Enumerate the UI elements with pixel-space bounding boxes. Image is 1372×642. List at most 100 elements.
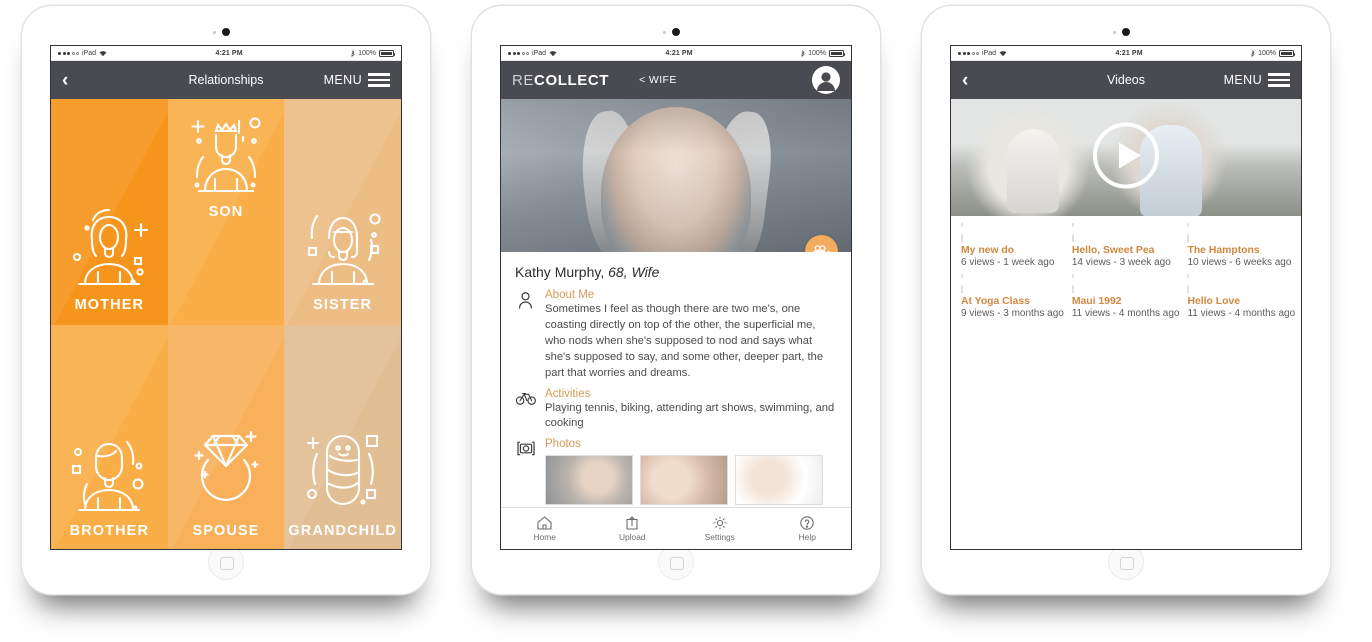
back-button[interactable]: ‹ [962, 71, 968, 90]
tile-spouse[interactable]: SPOUSE [167, 325, 285, 549]
ambient-sensor-icon [663, 31, 666, 34]
video-meta: 11 views - 4 months ago [1071, 308, 1180, 319]
gear-icon [713, 516, 727, 529]
video-title: Hello Love [1187, 296, 1241, 307]
breadcrumb[interactable]: < WIFE [639, 74, 677, 86]
tablet-relationships: iPad 4:21 PM 100% ‹ Relationships MENU M… [22, 6, 430, 594]
section-body: Photos [545, 438, 837, 506]
section-photos: Photos [515, 438, 837, 506]
app-logo[interactable]: RECOLLECT [512, 72, 609, 89]
back-button[interactable]: ‹ [62, 71, 68, 90]
status-bar: iPad 4:21 PM 100% [51, 46, 401, 61]
nav-bar-relationships: ‹ Relationships MENU [51, 61, 401, 99]
video-card[interactable]: Hello Love 11 views - 4 months ago [1174, 266, 1295, 319]
screen-videos: iPad 4:21 PM 100% ‹ Videos MENU My new d… [950, 45, 1302, 550]
video-thumbnail[interactable] [1173, 215, 1203, 250]
tile-label: SPOUSE [192, 523, 260, 539]
signal-dots-icon [958, 51, 979, 55]
person-icon [515, 289, 536, 382]
video-thumbnail[interactable] [1058, 215, 1088, 245]
avatar[interactable] [812, 66, 840, 94]
tile-son[interactable]: SON [167, 99, 285, 325]
status-bar-right: 100% [351, 49, 396, 57]
status-bar-left: iPad [958, 50, 1007, 57]
front-camera-icon [1122, 28, 1130, 36]
photo-thumbnail[interactable] [735, 455, 823, 506]
carrier-label: iPad [532, 49, 547, 57]
signal-dots-icon [508, 51, 529, 55]
video-card[interactable]: Maui 1992 11 views - 4 months ago [1058, 266, 1180, 319]
tab-help[interactable]: Help [764, 515, 852, 542]
profile-relation: Wife [631, 264, 660, 280]
bottom-tab-bar: Home Upload Settings Help [501, 507, 851, 549]
status-bar: iPad 4:21 PM 100% [501, 46, 851, 61]
bluetooth-icon [351, 50, 355, 57]
status-time: 4:21 PM [215, 49, 243, 57]
play-icon [951, 215, 977, 250]
photo-thumbnail[interactable] [640, 455, 728, 506]
battery-icon [379, 49, 396, 57]
woman-icon [73, 208, 149, 286]
video-thumbnail[interactable] [951, 266, 977, 296]
nav-bar-profile: RECOLLECT < WIFE [501, 61, 851, 99]
video-card[interactable]: The Hamptons 10 views - 6 weeks ago [1173, 215, 1295, 268]
play-icon[interactable] [1092, 121, 1160, 194]
tile-label: MOTHER [74, 297, 145, 313]
upload-icon [626, 515, 638, 530]
status-bar-right: 100% [1251, 49, 1296, 57]
screen-profile: iPad 4:21 PM 100% RECOLLECT < WIFE Kathy… [500, 45, 852, 550]
wifi-icon [99, 50, 107, 56]
boy-crown-icon [191, 117, 261, 193]
baby-icon [306, 434, 378, 506]
menu-button[interactable]: MENU [1224, 73, 1290, 87]
bicycle-icon [515, 388, 536, 433]
video-thumbnail[interactable] [951, 215, 977, 250]
menu-label: MENU [1223, 73, 1262, 87]
profile-age: 68, [608, 264, 628, 280]
battery-icon [1279, 49, 1296, 57]
tile-label: SISTER [313, 297, 373, 313]
tab-upload[interactable]: Upload [589, 515, 677, 542]
battery-percent: 100% [808, 49, 826, 57]
screen-relationships: iPad 4:21 PM 100% ‹ Relationships MENU M… [50, 45, 402, 550]
carrier-label: iPad [82, 49, 97, 57]
photo-thumbnail[interactable] [545, 455, 633, 506]
video-meta: 10 views - 6 weeks ago [1187, 257, 1292, 268]
status-time: 4:21 PM [1115, 49, 1143, 57]
camera-icon [515, 438, 536, 505]
hamburger-icon [1268, 73, 1290, 87]
menu-label: MENU [323, 73, 362, 87]
relationships-grid: MOTHER SON SISTER BROTHER SPOUSE GRANDCH… [51, 99, 401, 549]
video-card[interactable]: My new do 6 views - 1 week ago [951, 215, 1064, 268]
home-icon [537, 515, 552, 530]
tile-grandchild[interactable]: GRANDCHILD [284, 325, 401, 549]
status-bar-left: iPad [58, 50, 107, 57]
video-thumbnail[interactable] [1174, 266, 1203, 296]
photo-thumbnail-row [545, 455, 837, 506]
user-avatar-icon [812, 66, 840, 94]
tab-home[interactable]: Home [501, 515, 589, 542]
tile-mother[interactable]: MOTHER [51, 99, 168, 325]
video-title: Maui 1992 [1071, 296, 1122, 307]
tile-sister[interactable]: SISTER [284, 99, 401, 325]
app-logo-bold: COLLECT [534, 71, 610, 89]
profile-hero-photo [501, 99, 851, 252]
ambient-sensor-icon [1113, 31, 1116, 34]
section-heading: Activities [545, 387, 591, 400]
status-time: 4:21 PM [665, 49, 693, 57]
tile-brother[interactable]: BROTHER [51, 325, 168, 549]
video-thumbnail[interactable] [1058, 266, 1088, 296]
battery-icon [829, 49, 846, 57]
video-camera-icon [813, 244, 830, 252]
battery-percent: 100% [1258, 49, 1276, 57]
play-icon [1173, 215, 1203, 250]
menu-button[interactable]: MENU [324, 73, 390, 87]
video-card[interactable]: At Yoga Class 9 views - 3 months ago [951, 266, 1064, 319]
app-logo-light: RE [512, 71, 535, 89]
featured-video-player[interactable] [951, 99, 1301, 216]
signal-dots-icon [58, 51, 79, 55]
video-card[interactable]: Hello, Sweet Pea 14 views - 3 week ago [1058, 215, 1180, 268]
tab-settings[interactable]: Settings [676, 516, 764, 542]
status-bar-left: iPad [508, 50, 557, 57]
man-icon [72, 440, 144, 512]
